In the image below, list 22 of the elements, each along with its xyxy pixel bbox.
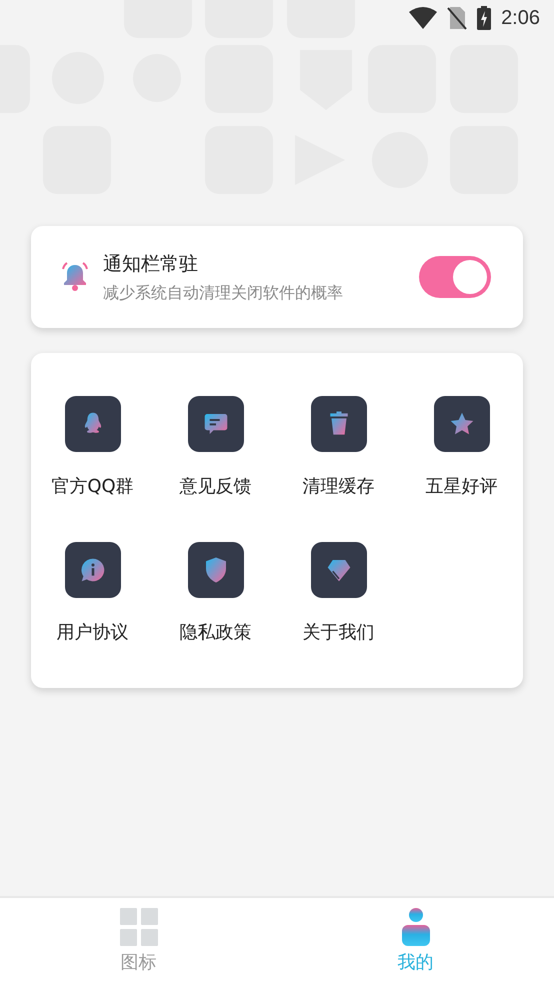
tool-label[interactable]: 意见反馈 bbox=[180, 474, 252, 498]
grid-icon bbox=[120, 908, 158, 946]
toggle-switch[interactable] bbox=[419, 256, 491, 298]
wifi-icon bbox=[409, 7, 438, 29]
setting-title: 通知栏常驻 bbox=[103, 252, 199, 276]
trash-icon[interactable] bbox=[310, 396, 366, 452]
tool-label[interactable]: 用户协议 bbox=[56, 620, 128, 644]
bell-icon bbox=[61, 262, 89, 292]
tool-label[interactable]: 清理缓存 bbox=[302, 474, 374, 498]
person-icon bbox=[400, 908, 430, 946]
no-sim-icon bbox=[447, 6, 468, 30]
clock-time: 2:06 bbox=[501, 6, 540, 30]
battery-charging-icon bbox=[477, 6, 492, 30]
tool-label[interactable]: 关于我们 bbox=[302, 620, 374, 644]
chat-bubble-icon[interactable] bbox=[188, 396, 244, 452]
info-icon[interactable] bbox=[64, 542, 120, 598]
shield-icon[interactable] bbox=[188, 542, 244, 598]
setting-description: 减少系统自动清理关闭软件的概率 bbox=[103, 282, 344, 304]
tool-label[interactable]: 官方QQ群 bbox=[51, 474, 134, 498]
tool-label[interactable]: 五星好评 bbox=[426, 474, 498, 498]
tool-label[interactable]: 隐私政策 bbox=[180, 620, 252, 644]
penguin-icon[interactable] bbox=[64, 396, 120, 452]
